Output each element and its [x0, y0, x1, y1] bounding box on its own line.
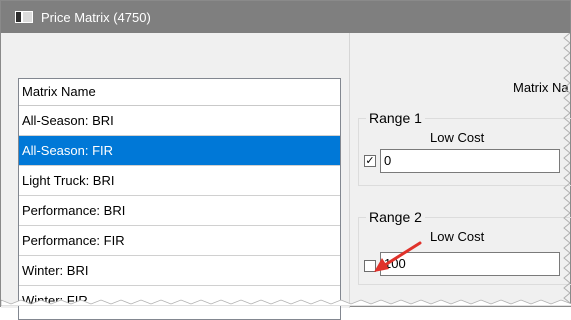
list-item[interactable]: Light Truck: BRI — [19, 166, 340, 196]
matrix-list[interactable]: Matrix Name All-Season: BRI All-Season: … — [18, 78, 341, 320]
title-bar[interactable]: Price Matrix (4750) — [1, 1, 570, 33]
range-1-title: Range 1 — [366, 110, 425, 126]
list-item-selected[interactable]: All-Season: FIR — [19, 136, 340, 166]
range-1-checkbox[interactable]: ✓ — [364, 155, 376, 167]
range-2-group: Range 2 Low Cost 100 — [358, 209, 571, 285]
list-item[interactable]: Performance: BRI — [19, 196, 340, 226]
range-2-checkbox[interactable] — [364, 260, 376, 272]
torn-edge-bottom — [1, 299, 571, 306]
window-title: Price Matrix (4750) — [41, 9, 151, 25]
list-header-matrix-name[interactable]: Matrix Name — [19, 79, 340, 106]
range-1-group: Range 1 Low Cost ✓ 0 — [358, 110, 571, 186]
range-2-low-cost-input[interactable]: 100 — [380, 252, 560, 276]
price-matrix-window: Price Matrix (4750) Matrix Name All-Seas… — [0, 0, 571, 320]
range-1-low-cost-input[interactable]: 0 — [380, 149, 560, 173]
range-1-low-cost-label: Low Cost — [430, 130, 485, 145]
app-icon — [15, 11, 33, 23]
range-2-title: Range 2 — [366, 209, 425, 225]
list-item[interactable]: Winter: BRI — [19, 256, 340, 286]
list-item[interactable]: Performance: FIR — [19, 226, 340, 256]
list-item[interactable]: All-Season: BRI — [19, 106, 340, 136]
torn-edge-right — [563, 33, 570, 304]
range-2-low-cost-label: Low Cost — [430, 229, 485, 244]
matrix-list-panel: Matrix Name All-Season: BRI All-Season: … — [1, 33, 349, 320]
matrix-detail-panel: Matrix Na Range 1 Low Cost ✓ 0 Range 2 L… — [350, 33, 571, 308]
